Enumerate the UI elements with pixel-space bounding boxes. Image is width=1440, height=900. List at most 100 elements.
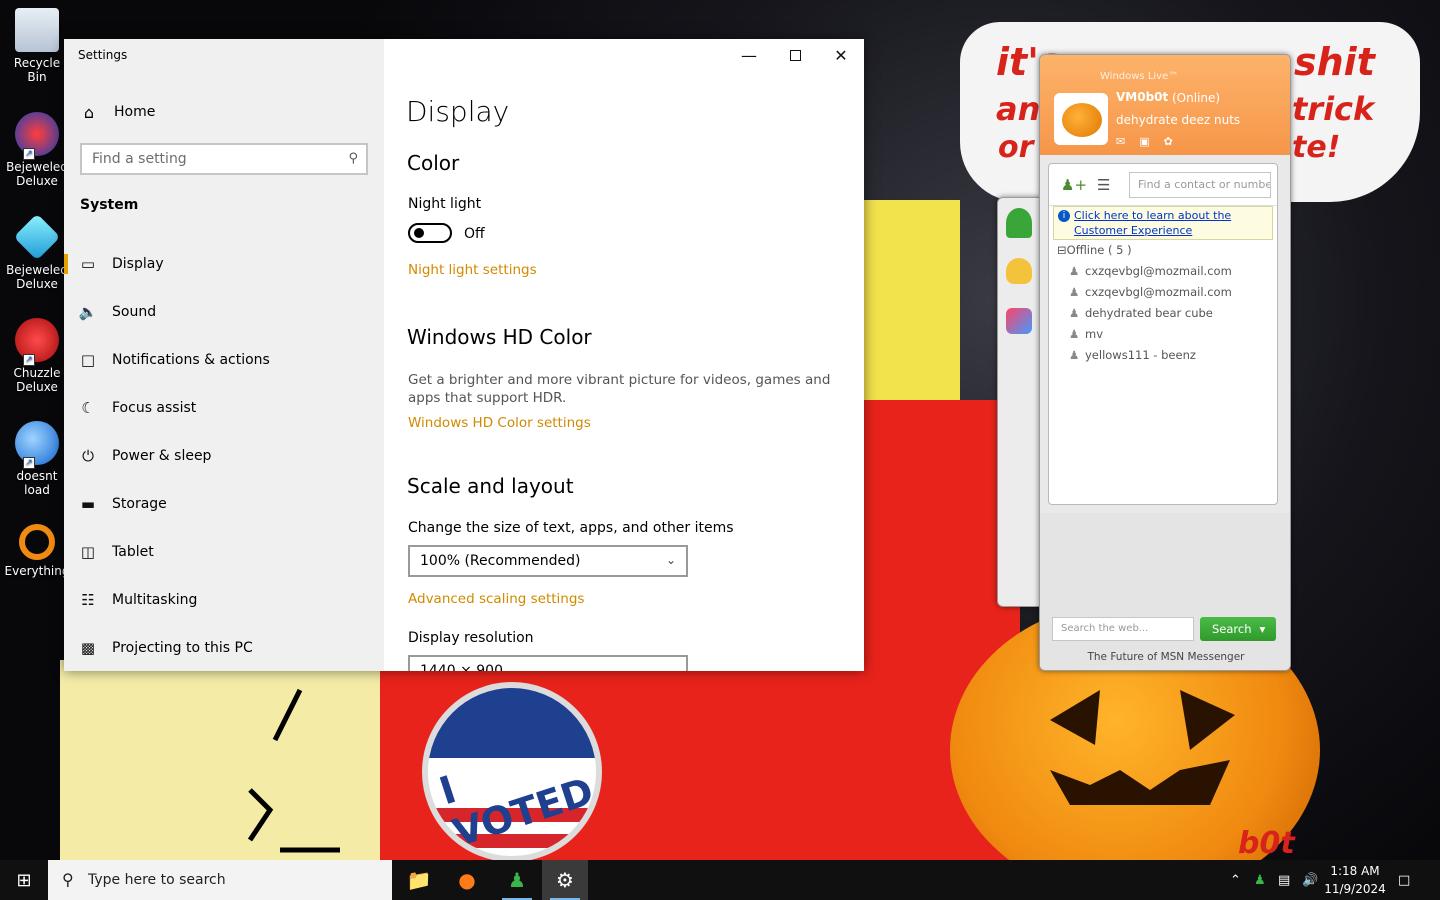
nav-item-display[interactable]: ▭ Display: [64, 240, 384, 288]
gear-icon: ⚙: [556, 868, 574, 892]
contact-item[interactable]: ♟ cxzqevbgl@mozmail.com: [1069, 285, 1232, 299]
notification-icon: □: [80, 351, 96, 369]
tray-messenger[interactable]: ♟: [1254, 860, 1266, 900]
maximize-button[interactable]: [772, 39, 818, 71]
butterfly-icon[interactable]: [1006, 308, 1032, 334]
customer-experience-banner[interactable]: i Click here to learn about the Customer…: [1053, 206, 1273, 240]
show-hidden-icons[interactable]: ⌃: [1230, 860, 1241, 900]
contact-name: mv: [1085, 327, 1104, 341]
contact-item[interactable]: ♟ mv: [1069, 327, 1103, 341]
group-offline[interactable]: ⊟Offline ( 5 ): [1057, 243, 1132, 257]
nav-item-multitasking[interactable]: ☷ Multitasking: [64, 576, 384, 624]
night-light-state: Off: [464, 226, 485, 242]
start-button[interactable]: ⊞: [0, 860, 48, 900]
desktop-icon-bejeweled-2[interactable]: ↗ Bejeweled Deluxe: [4, 112, 70, 188]
add-contact-icon[interactable]: ♟+: [1061, 176, 1087, 194]
advanced-scaling-link[interactable]: Advanced scaling settings: [408, 591, 584, 607]
desktop-icon-bejeweled[interactable]: Bejeweled Deluxe: [4, 213, 70, 291]
user-name[interactable]: VM0b0t: [1116, 90, 1168, 104]
night-light-toggle[interactable]: [408, 223, 452, 243]
nav-item-storage[interactable]: ▬ Storage: [64, 480, 384, 528]
firefox-icon: ●: [458, 868, 476, 892]
search-button-label: Search: [1212, 622, 1252, 636]
web-search-placeholder: Search the web...: [1061, 623, 1149, 634]
contact-name: dehydrated bear cube: [1085, 306, 1213, 320]
taskbar-search-placeholder: Type here to search: [88, 872, 226, 888]
everything-search-icon: [19, 524, 55, 560]
find-setting-input[interactable]: Find a setting ⚲: [80, 143, 368, 175]
nav-item-power-sleep[interactable]: ⏻ Power & sleep: [64, 432, 384, 480]
contact-name: cxzqevbgl@mozmail.com: [1085, 264, 1232, 278]
taskbar: ⊞ ⚲ Type here to search 📁 ● ♟ ⚙ ⌃ ♟ ▤ 🔊 …: [0, 860, 1440, 900]
nav-item-notifications[interactable]: □ Notifications & actions: [64, 336, 384, 384]
projector-icon: ▩: [80, 639, 96, 657]
web-search-button[interactable]: Search ▾: [1200, 617, 1276, 641]
taskbar-search[interactable]: ⚲ Type here to search: [48, 860, 392, 900]
network-icon: ▤: [1278, 872, 1291, 888]
tray-volume[interactable]: 🔊: [1302, 860, 1318, 900]
web-search-input[interactable]: Search the web...: [1052, 617, 1194, 641]
taskbar-firefox[interactable]: ●: [444, 860, 490, 900]
chevron-down-icon: ▾: [1259, 622, 1266, 636]
resolution-dropdown[interactable]: 1440 × 900 ⌄: [408, 655, 688, 671]
personal-message[interactable]: dehydrate deez nuts: [1116, 113, 1240, 127]
scale-dropdown[interactable]: 100% (Recommended) ⌄: [408, 545, 688, 577]
info-icon: i: [1058, 210, 1070, 222]
header-action-icons[interactable]: ✉▣✿: [1116, 135, 1187, 148]
maximize-icon: [789, 49, 801, 61]
multitasking-icon: ☷: [81, 591, 95, 609]
messenger-side-tabs: [997, 197, 1041, 607]
user-avatar[interactable]: [1054, 93, 1108, 145]
nav-item-label: Tablet: [112, 544, 154, 560]
nav-item-label: Sound: [112, 304, 157, 320]
contacts-tab-icon[interactable]: [1006, 208, 1032, 238]
messenger-window: Windows Live™ VM0b0t (Online) dehydrate …: [1039, 54, 1291, 671]
contact-item[interactable]: ♟ cxzqevbgl@mozmail.com: [1069, 264, 1232, 278]
list-options-icon[interactable]: ☰: [1097, 176, 1110, 194]
nav-item-label: Focus assist: [112, 400, 197, 416]
search-placeholder: Find a setting: [92, 151, 187, 167]
taskbar-messenger[interactable]: ♟: [494, 860, 540, 900]
nav-item-projecting[interactable]: ▩ Projecting to this PC: [64, 624, 384, 671]
taskbar-settings[interactable]: ⚙: [542, 860, 588, 900]
desktop-icon-everything[interactable]: Everything: [4, 524, 70, 578]
nav-item-tablet[interactable]: ◫ Tablet: [64, 528, 384, 576]
tray-network[interactable]: ▤: [1278, 860, 1290, 900]
nav-item-sound[interactable]: 🔈 Sound: [64, 288, 384, 336]
nav-home[interactable]: ⌂ Home: [64, 99, 384, 125]
i-voted-badge: I VOTED: [422, 682, 602, 860]
nav-item-label: Notifications & actions: [112, 352, 270, 368]
power-icon: ⏻: [82, 447, 94, 465]
hdr-settings-link[interactable]: Windows HD Color settings: [408, 415, 591, 431]
folder-icon: 📁: [406, 868, 432, 892]
taskbar-clock[interactable]: 1:18 AM 11/9/2024: [1320, 862, 1390, 898]
close-button[interactable]: ✕: [818, 39, 864, 71]
find-contact-input[interactable]: Find a contact or number: [1129, 172, 1271, 198]
user-status[interactable]: (Online): [1172, 91, 1220, 105]
banner-link[interactable]: Click here to learn about the Customer E…: [1074, 209, 1231, 237]
contact-item[interactable]: ♟ yellows111 - beenz: [1069, 348, 1196, 362]
nav-item-focus-assist[interactable]: ☾ Focus assist: [64, 384, 384, 432]
contact-name: cxzqevbgl@mozmail.com: [1085, 285, 1232, 299]
scale-heading: Scale and layout: [407, 474, 574, 498]
desktop-icon-label: Recycle Bin: [13, 56, 61, 84]
desktop-icon-chuzzle[interactable]: ↗ Chuzzle Deluxe: [4, 318, 70, 394]
taskbar-file-explorer[interactable]: 📁: [396, 860, 442, 900]
desktop-icon-thunderbird[interactable]: ↗ doesnt load: [4, 421, 70, 497]
desktop-icon-label: Bejeweled Deluxe: [6, 263, 68, 291]
wallpaper-scribble: [247, 688, 340, 853]
settings-titlebar[interactable]: Settings — ✕: [64, 39, 864, 71]
desktop-icon-recycle-bin[interactable]: Recycle Bin: [4, 8, 70, 84]
speaker-icon: 🔈: [78, 303, 98, 321]
alerts-bell-icon[interactable]: [1006, 258, 1032, 284]
resolution-label: Display resolution: [408, 630, 534, 646]
jack-o-lantern-face: [1050, 690, 1235, 805]
settings-window: Settings — ✕ ⌂ Home Find a setting ⚲ Sys…: [64, 39, 864, 671]
monitor-icon: ▭: [80, 255, 96, 273]
action-center-button[interactable]: □: [1398, 860, 1410, 900]
contact-item[interactable]: ♟ dehydrated bear cube: [1069, 306, 1213, 320]
night-light-settings-link[interactable]: Night light settings: [408, 262, 537, 278]
minimize-button[interactable]: —: [726, 39, 772, 71]
messenger-brand: Windows Live™: [1100, 71, 1179, 82]
bubble-text-6: te!: [1292, 130, 1341, 165]
